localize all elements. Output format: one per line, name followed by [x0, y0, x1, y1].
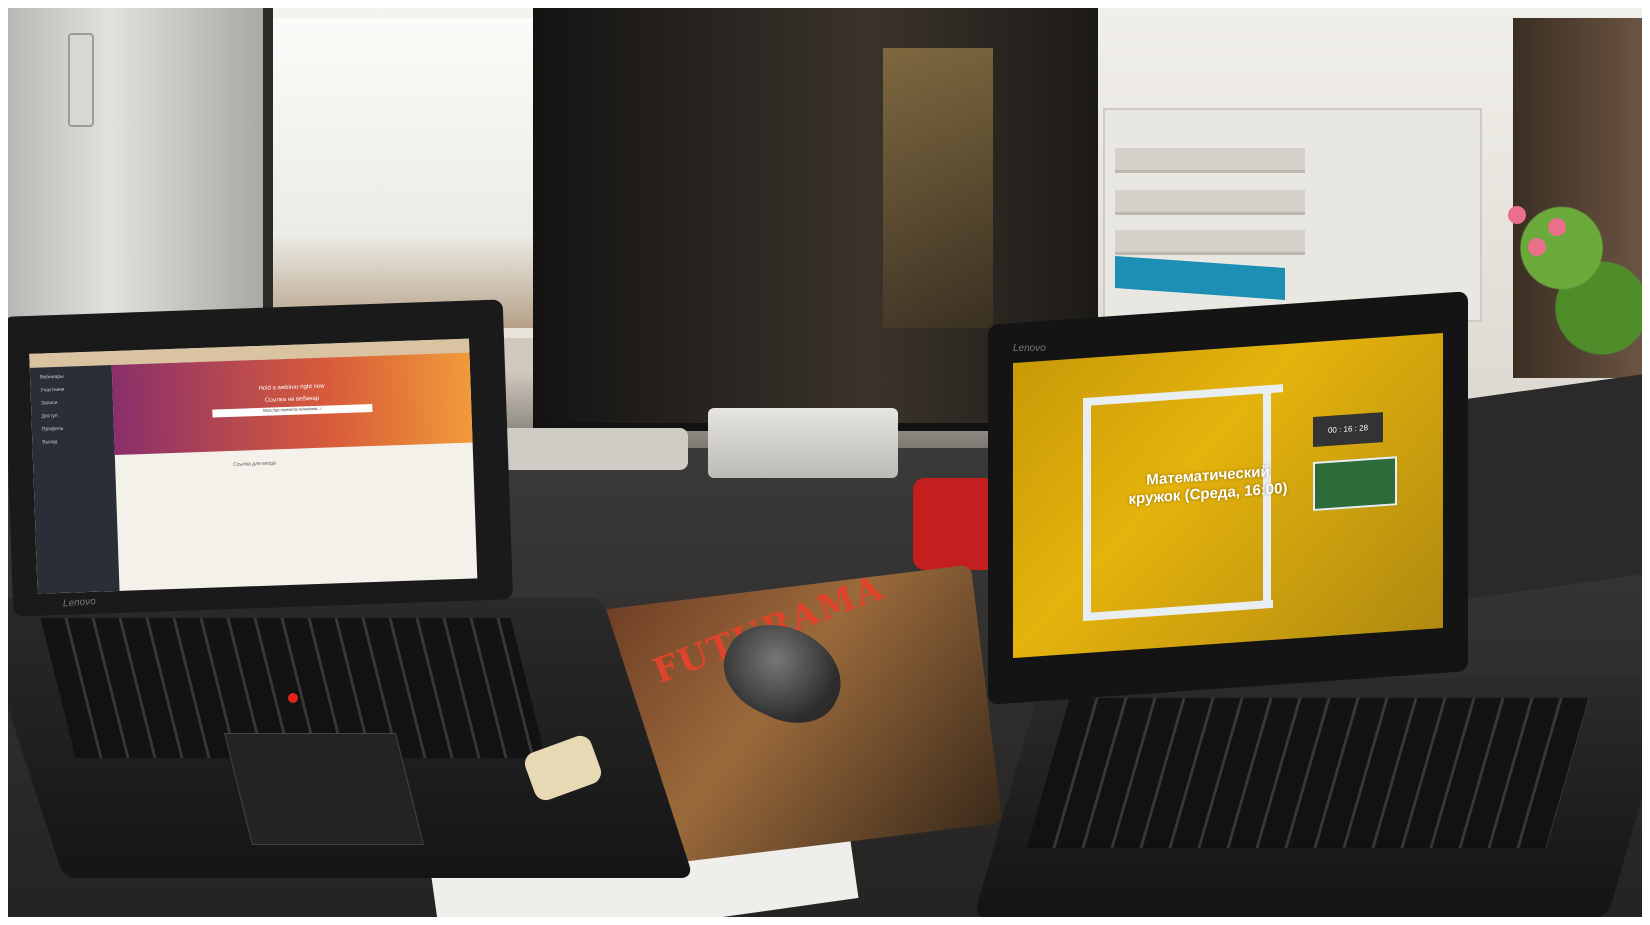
join-panel [1313, 456, 1397, 512]
paper-shelf [1103, 108, 1482, 322]
flower [1508, 206, 1526, 224]
trackpoint [288, 693, 298, 703]
cube-line [1083, 397, 1091, 619]
left-laptop: Вебинары Участники Записи Доступ Профиль… [8, 299, 694, 908]
photo-scene: FUTURAMA Вебинары Участники Записи Досту… [8, 8, 1642, 917]
webinar-sidebar: Вебинары Участники Записи Доступ Профиль… [29, 365, 120, 594]
hero-link: https://go.myevents.ru/webinar.../ [212, 403, 373, 418]
flower [1528, 238, 1546, 256]
window-handle [68, 33, 94, 127]
window-frame [8, 8, 273, 328]
left-laptop-touchpad [224, 733, 424, 845]
left-laptop-lid: Вебинары Участники Записи Доступ Профиль… [8, 299, 514, 617]
shelf-tray [1115, 190, 1305, 215]
window [8, 8, 568, 338]
sidebar-item: Профиль [41, 425, 64, 433]
monitor-wallpaper-light [883, 48, 993, 328]
right-laptop-brand: Lenovo [1013, 343, 1046, 354]
section-title: Ссылка для входа [233, 460, 276, 468]
cube-line [1083, 384, 1283, 407]
monitor-stand [708, 408, 898, 478]
sidebar-item: Выход [42, 438, 58, 446]
left-laptop-brand: Lenovo [62, 596, 97, 610]
countdown-timer: 00 : 16 : 28 [1313, 412, 1383, 448]
blue-binder [1115, 256, 1285, 300]
window-glass [273, 18, 543, 328]
flower [1548, 218, 1566, 236]
webinar-hero: Hold a webinar right now Ссылка на вебин… [111, 352, 473, 455]
left-laptop-screen: Вебинары Участники Записи Доступ Профиль… [29, 338, 478, 594]
shelf-tray [1115, 148, 1305, 173]
right-laptop: Lenovo Математический кружок (Среда, 16:… [973, 291, 1642, 917]
sidebar-item: Участники [40, 386, 65, 394]
sidebar-item: Вебинары [39, 373, 64, 381]
shelf-tray [1115, 230, 1305, 255]
sidebar-item: Записи [40, 399, 58, 407]
right-laptop-keyboard [1026, 698, 1590, 848]
cube-line [1083, 599, 1273, 622]
sidebar-item: Доступ [41, 412, 58, 420]
right-laptop-screen: Математический кружок (Среда, 16:00) 00 … [1013, 332, 1443, 659]
